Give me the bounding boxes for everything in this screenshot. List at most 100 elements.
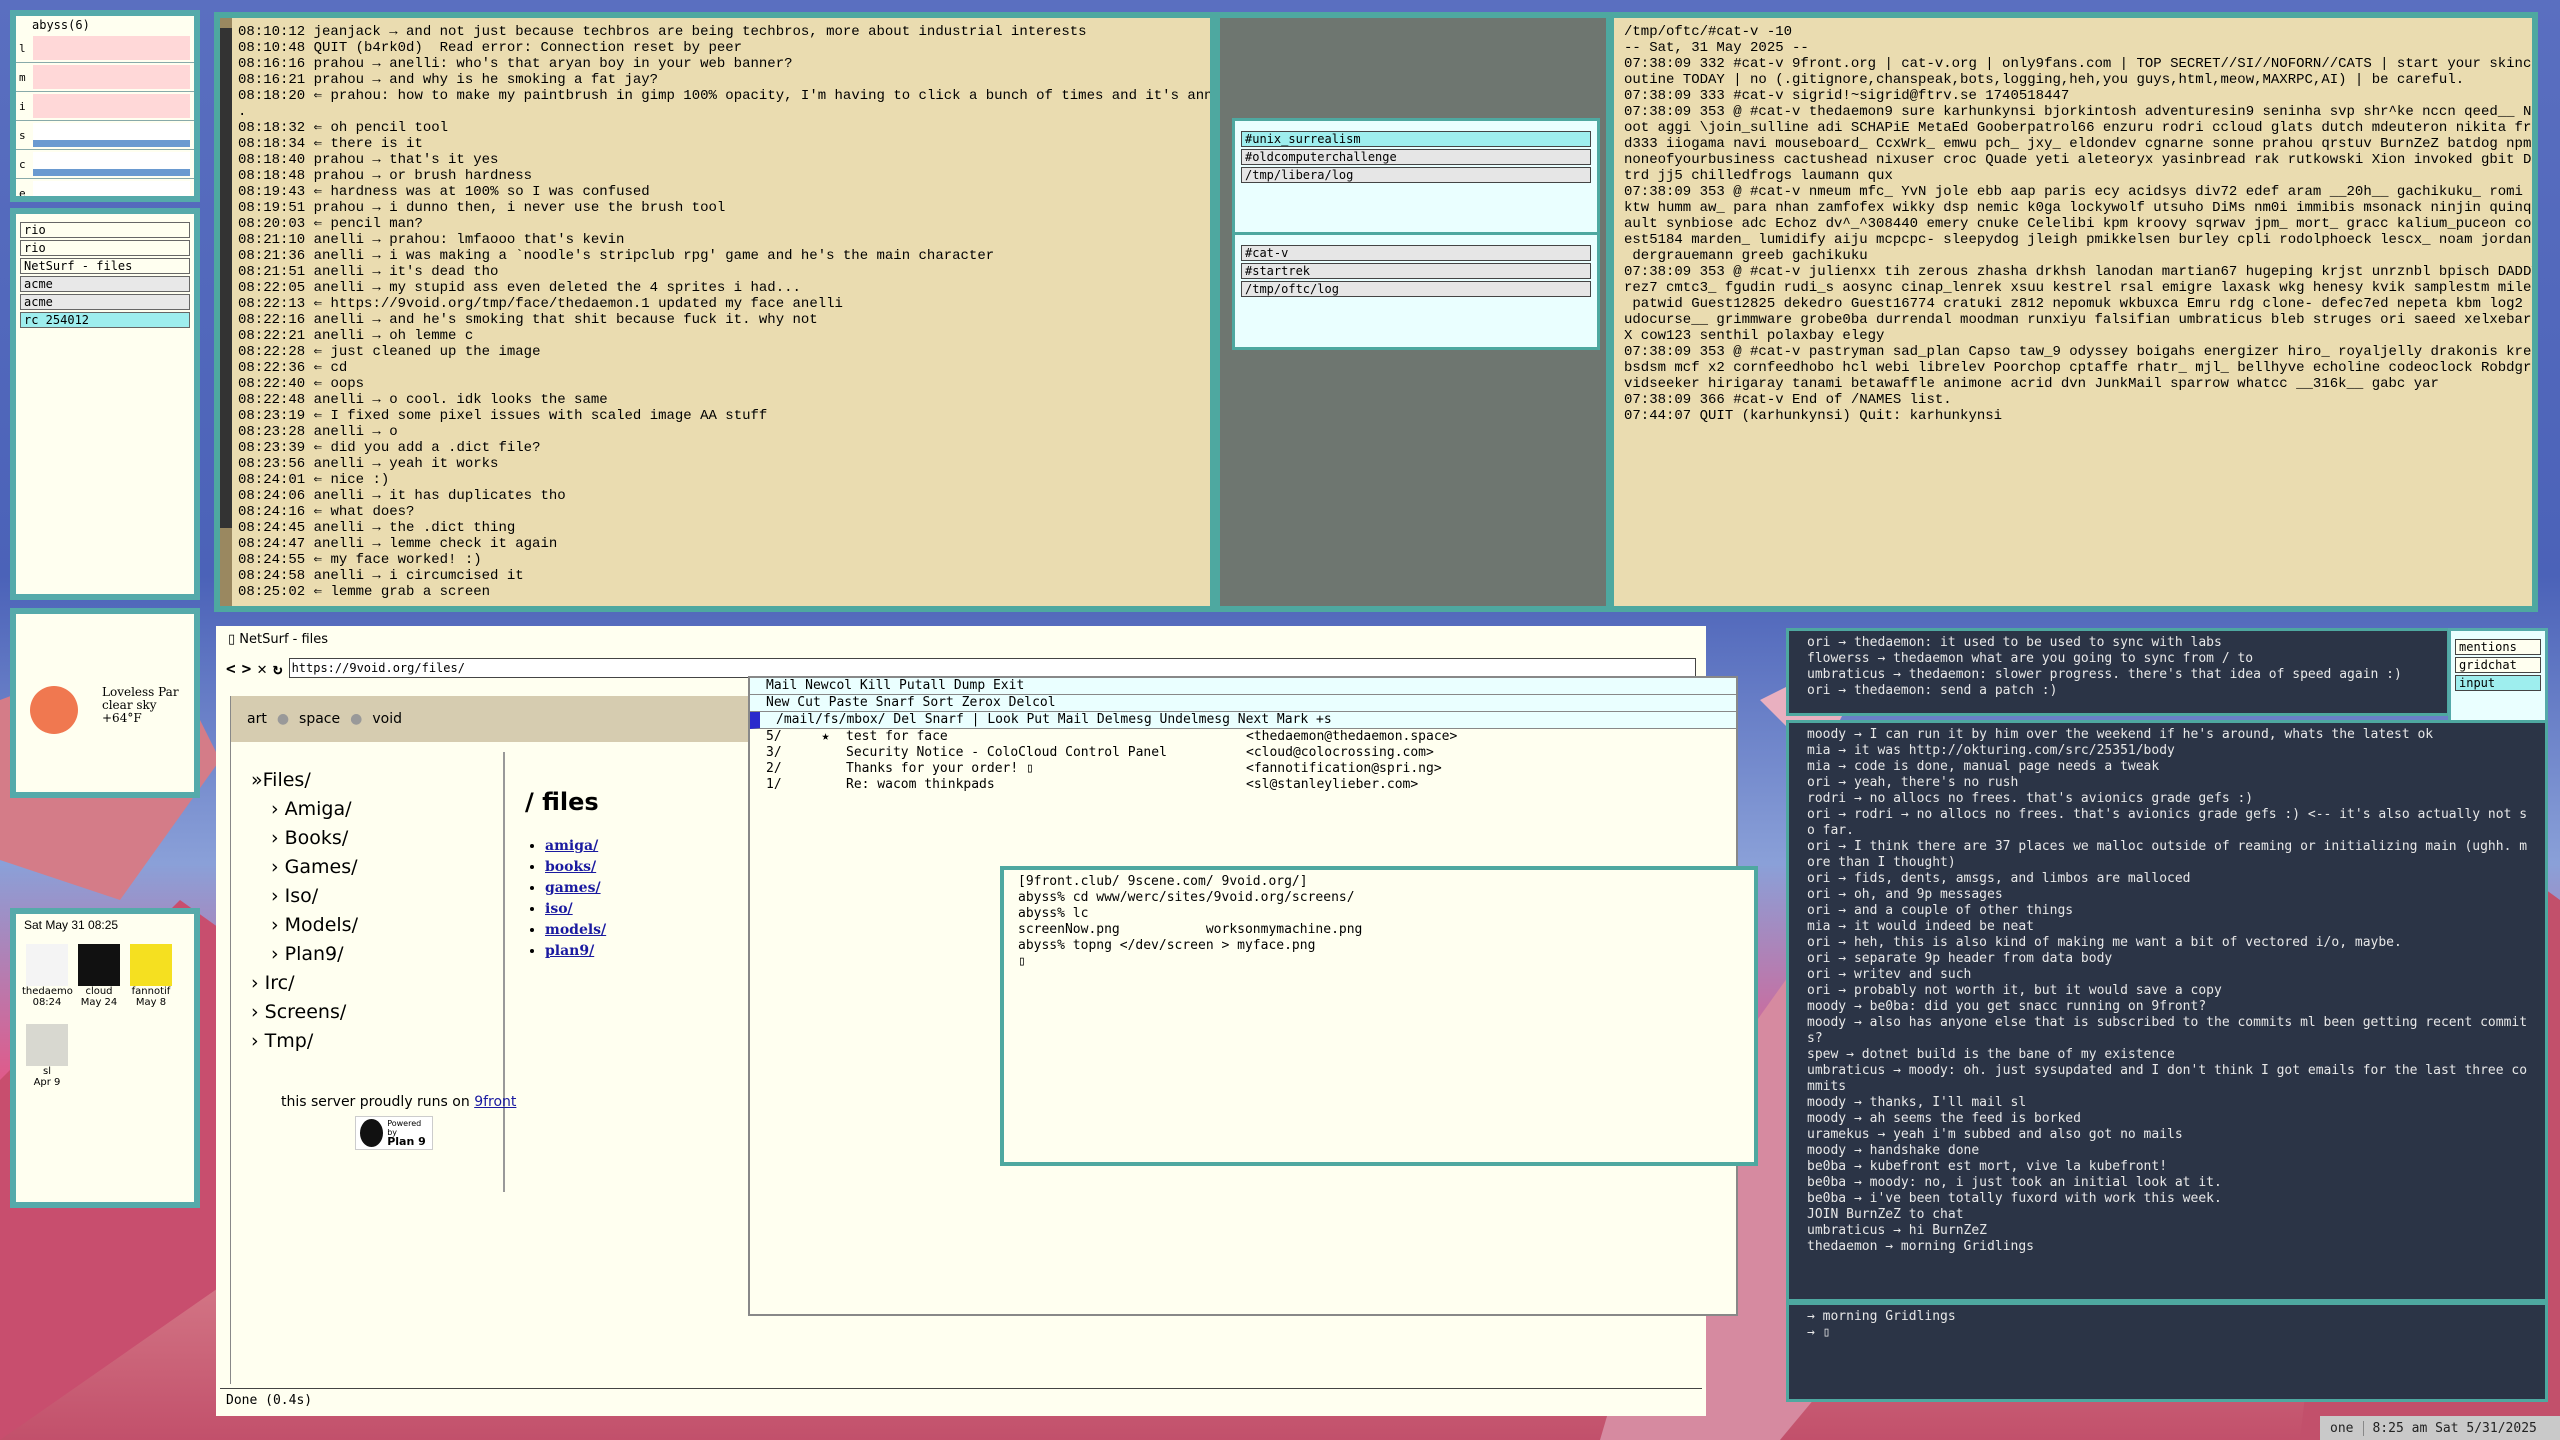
file-link[interactable]: amiga/ <box>545 838 598 854</box>
tab-gridchat[interactable]: gridchat <box>2455 657 2541 673</box>
channel-list-a: #unix_surrealism #oldcomputerchallenge/tm… <box>1232 118 1600 236</box>
tree-item[interactable]: › Books/ <box>251 824 491 853</box>
crumb-art[interactable]: art <box>247 711 267 727</box>
calendar-item[interactable]: cloud May 24 <box>74 944 124 1008</box>
channel-item[interactable]: #cat-v <box>1241 245 1591 261</box>
tree-item[interactable]: »Files/ <box>251 766 491 795</box>
forward-icon[interactable]: > <box>242 659 252 678</box>
url-field[interactable] <box>288 658 1696 678</box>
channel-item[interactable]: /tmp/libera/log <box>1241 167 1591 183</box>
chat-line: 07:38:09 353 @ #cat-v thedaemon9 sure ka… <box>1624 104 2538 120</box>
chat-line: moody → I can run it by him over the wee… <box>1807 727 2434 742</box>
acme-tag-main[interactable]: Mail Newcol Kill Putall Dump Exit <box>750 678 1736 695</box>
tab-mentions[interactable]: mentions <box>2455 639 2541 655</box>
file-link[interactable]: plan9/ <box>545 943 594 959</box>
chat-line: 07:38:09 353 @ #cat-v julienxx tih zerou… <box>1624 264 2538 280</box>
acme-tag-column[interactable]: New Cut Paste Snarf Sort Zerox Delcol <box>750 695 1736 712</box>
back-icon[interactable]: < <box>226 659 236 678</box>
mail-from: <fannotification@spri.ng> <box>1246 761 1442 776</box>
chat-line: be0ba → kubefront est mort, vive la kube… <box>1807 1159 2168 1174</box>
crumb-void[interactable]: void <box>372 711 402 727</box>
stop-icon[interactable]: ✕ <box>257 659 267 678</box>
terminal-line: abyss% lc <box>1018 906 1089 921</box>
stats-graph <box>33 94 190 118</box>
9front-link[interactable]: 9front <box>474 1094 516 1110</box>
window-list-item[interactable]: rio <box>20 240 190 256</box>
chat-line: ori → yeah, there's no rush <box>1807 775 2019 790</box>
chat-line: ore than I thought) <box>1807 855 1956 870</box>
file-link-item: iso/ <box>545 899 606 920</box>
chat-line: s? <box>1807 1031 1823 1046</box>
stats-row-label: l <box>19 41 26 55</box>
chat-input-field[interactable]: → morning Gridlings → ▯ <box>1789 1305 2545 1345</box>
chat-line: 08:22:48 anelli → o cool. idk looks the … <box>238 392 608 408</box>
chat-line: /tmp/oftc/#cat-v -10 <box>1624 24 1793 40</box>
acme-tag-mbox[interactable]: /mail/fs/mbox/ Del Snarf | Look Put Mail… <box>750 712 1736 729</box>
mail-subject: Re: wacom thinkpads <box>846 777 995 792</box>
avatar-icon <box>26 944 68 986</box>
workspace-label[interactable]: one <box>2320 1420 2365 1436</box>
calendar-item[interactable]: fannotif May 8 <box>126 944 176 1008</box>
mail-row[interactable]: 5/ ★ test for face <thedaemon@thedaemon.sp… <box>766 729 1736 745</box>
terminal-line: abyss% topng </dev/screen > myface.png <box>1018 938 1316 953</box>
chat-line: 07:38:09 333 #cat-v sigrid!~sigrid@ftrv.… <box>1624 88 2070 104</box>
terminal-line: abyss% cd www/werc/sites/9void.org/scree… <box>1018 890 1355 905</box>
tree-item[interactable]: › Irc/ <box>251 969 491 998</box>
chat-line: 08:24:58 anelli → i circumcised it <box>238 568 524 584</box>
footer-text: this server proudly runs on 9front <box>281 1094 517 1110</box>
tree-item[interactable]: › Tmp/ <box>251 1027 491 1056</box>
channel-item[interactable]: #startrek <box>1241 263 1591 279</box>
tab-input[interactable]: input <box>2455 675 2541 691</box>
chat-line: ktw humm aw_ para nhan zamfofex wikky ds… <box>1624 200 2538 216</box>
chat-top-log: ori → thedaemon: it used to be used to s… <box>1789 631 2447 703</box>
window-list-item[interactable]: acme <box>20 294 190 310</box>
window-list-item[interactable]: rio <box>20 222 190 238</box>
mail-number: 3/ <box>766 745 782 760</box>
chat-line: umbraticus → thedaemon: slower progress.… <box>1807 667 2402 682</box>
file-link[interactable]: iso/ <box>545 901 573 917</box>
channel-panel: #unix_surrealism #oldcomputerchallenge/tm… <box>1214 12 1612 612</box>
channel-item[interactable]: #unix_surrealism <box>1241 131 1591 147</box>
chat-line: 08:24:45 anelli → the .dict thing <box>238 520 516 536</box>
tree-item[interactable]: › Screens/ <box>251 998 491 1027</box>
scrollbar[interactable] <box>220 18 232 606</box>
mail-row[interactable]: 1/Re: wacom thinkpads <sl@stanleylieber.c… <box>766 777 1736 793</box>
mail-row[interactable]: 3/Security Notice - ColoCloud Control Pa… <box>766 745 1736 761</box>
chat-line: 08:24:47 anelli → lemme check it again <box>238 536 558 552</box>
file-link-item: amiga/ <box>545 836 606 857</box>
stats-row-label: i <box>19 99 26 113</box>
file-link[interactable]: games/ <box>545 880 601 896</box>
chat-line: 08:23:56 anelli → yeah it works <box>238 456 499 472</box>
chat-line: 08:18:32 ⇐ oh pencil tool <box>238 120 449 136</box>
chat-line: 08:22:16 anelli → and he's smoking that … <box>238 312 818 328</box>
window-list-item[interactable]: acme <box>20 276 190 292</box>
calendar-item[interactable]: sl Apr 9 <box>22 1024 72 1088</box>
stats-row-label: e <box>19 186 26 200</box>
chat-line: noneofyourbusiness cactushead nixuser cr… <box>1624 152 2538 168</box>
tree-item[interactable]: › Amiga/ <box>251 795 491 824</box>
file-link-item: plan9/ <box>545 941 606 962</box>
calendar-item[interactable]: thedaemo 08:24 <box>22 944 73 1008</box>
mail-subject: Thanks for your order! ▯ <box>846 761 1034 776</box>
file-link[interactable]: books/ <box>545 859 596 875</box>
window-list-item[interactable]: rc 254012 <box>20 312 190 328</box>
channel-item[interactable]: /tmp/oftc/log <box>1241 281 1591 297</box>
chat-line: ault synbiose adc Echoz dv^_^308440 emer… <box>1624 216 2538 232</box>
mail-row[interactable]: 2/Thanks for your order! ▯ <fannotificati… <box>766 761 1736 777</box>
chat-line: spew → dotnet build is the bane of my ex… <box>1807 1047 2175 1062</box>
plan9-badge[interactable]: Powered by Plan 9 <box>355 1116 433 1150</box>
window-list-item[interactable]: NetSurf - files <box>20 258 190 274</box>
channel-item[interactable]: #oldcomputerchallenge <box>1241 149 1591 165</box>
tree-item[interactable]: › Models/ <box>251 911 491 940</box>
crumb-space[interactable]: space <box>299 711 340 727</box>
tree-item[interactable]: › Plan9/ <box>251 940 491 969</box>
file-links: amiga/books/games/iso/models/plan9/ <box>521 836 606 962</box>
file-link[interactable]: models/ <box>545 922 606 938</box>
stats-graph <box>33 181 190 196</box>
reload-icon[interactable]: ↻ <box>273 659 283 678</box>
stats-graph <box>33 152 190 176</box>
terminal-output[interactable]: [9front.club/ 9scene.com/ 9void.org/] aby… <box>1004 870 1754 974</box>
tree-item[interactable]: › Games/ <box>251 853 491 882</box>
tree-item[interactable]: › Iso/ <box>251 882 491 911</box>
calendar-items: thedaemo 08:24 cloud May 24 fannotif May 8 sl A… <box>16 936 194 1096</box>
